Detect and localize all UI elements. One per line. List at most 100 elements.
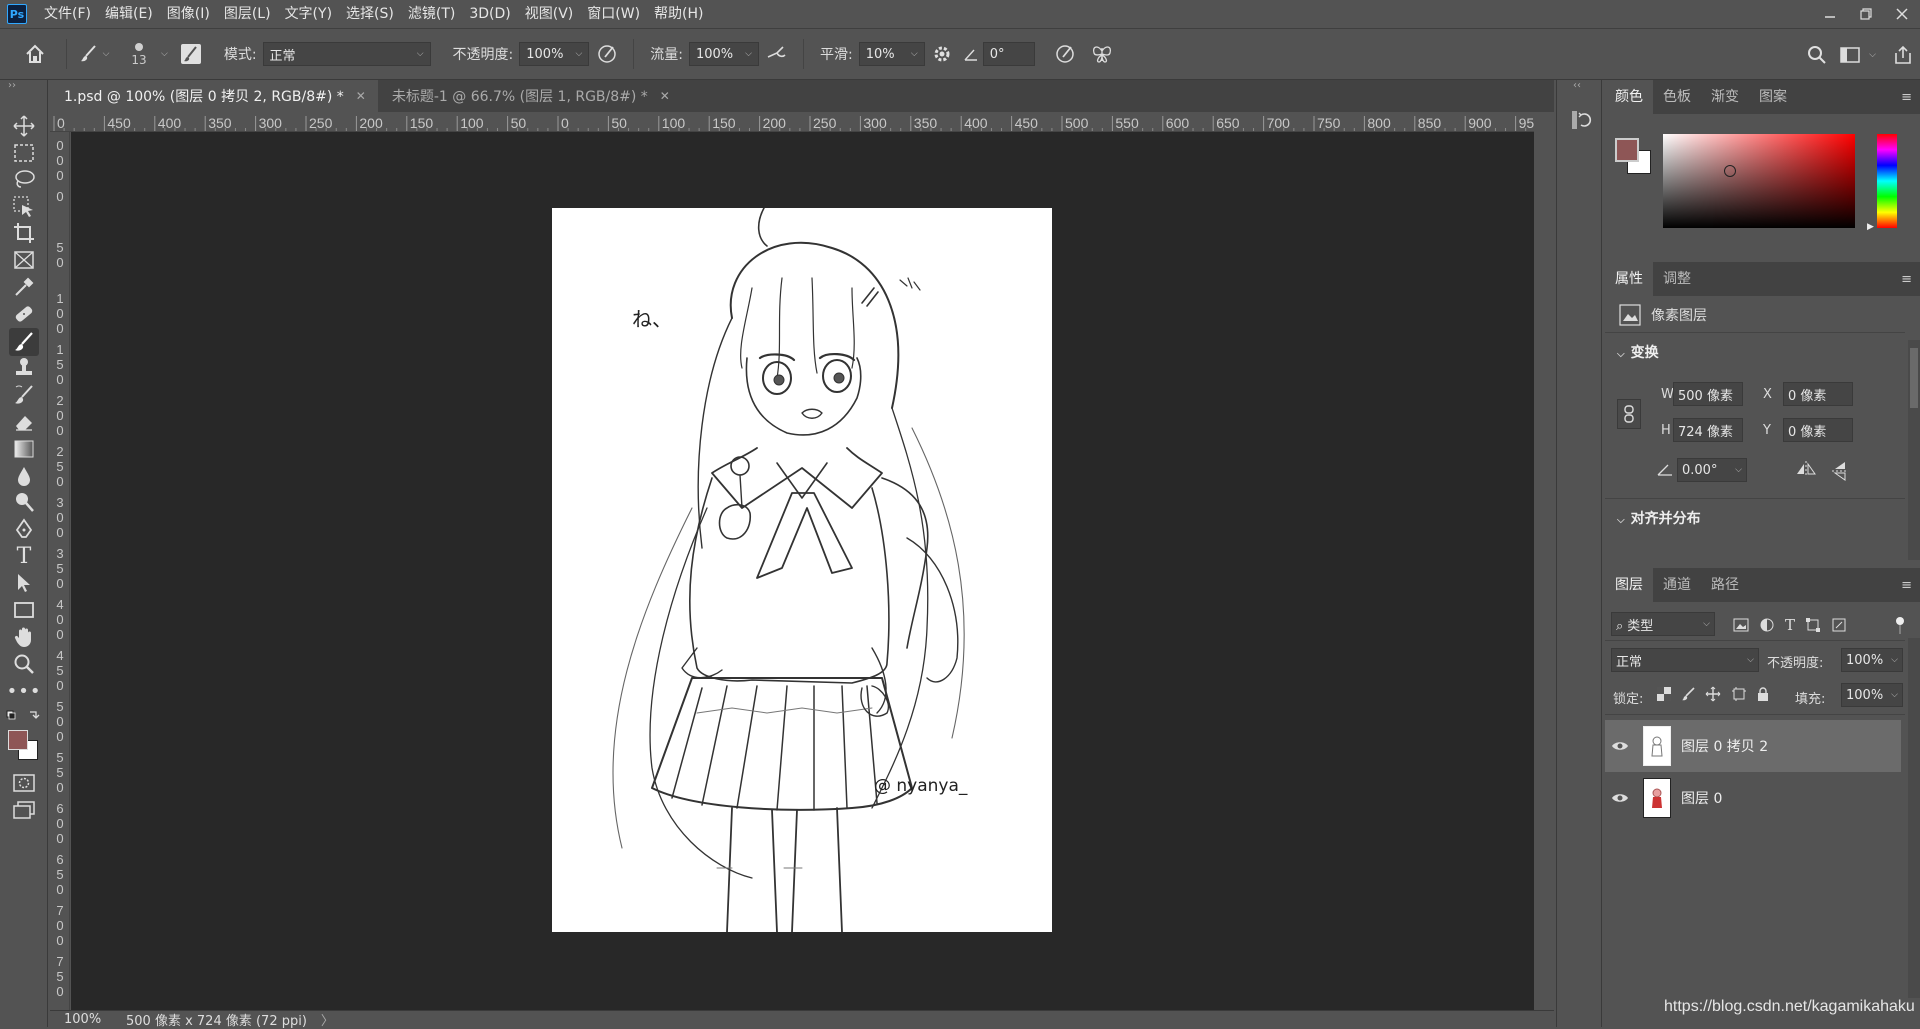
layers-scrollbar[interactable] [1908, 638, 1920, 998]
workspace-icon[interactable] [1835, 40, 1865, 70]
healing-brush-tool-icon[interactable] [12, 302, 36, 326]
search-icon[interactable] [1799, 40, 1835, 70]
pressure-opacity-icon[interactable] [589, 39, 625, 69]
lock-image-icon[interactable] [1681, 687, 1695, 701]
layer-row-layer0[interactable]: 图层 0 [1605, 772, 1901, 824]
object-selection-tool-icon[interactable] [12, 195, 36, 219]
share-icon[interactable] [1886, 40, 1920, 70]
minimize-icon[interactable] [1812, 0, 1848, 28]
blend-mode-select[interactable]: 正常 ⌵ [1611, 648, 1759, 672]
tab-adjustments[interactable]: 调整 [1653, 262, 1701, 296]
marquee-tool-icon[interactable] [12, 141, 36, 165]
menu-layer[interactable]: 图层(L) [217, 0, 278, 28]
home-icon[interactable] [12, 39, 58, 69]
layer-filter-select[interactable]: ⌕ 类型 ⌵ [1611, 612, 1715, 636]
pen-tool-icon[interactable] [12, 517, 36, 541]
width-field[interactable]: 500 像素 [1673, 382, 1743, 406]
mode-select[interactable]: 正常 ⌵ [262, 42, 431, 66]
canvas-vertical-scrollbar[interactable] [1534, 112, 1554, 1010]
collapse-arrows-icon[interactable]: ›› [8, 80, 16, 91]
filter-type-icon[interactable]: T [1785, 616, 1795, 634]
tab-gradients[interactable]: 渐变 [1701, 80, 1749, 114]
tab-paths[interactable]: 路径 [1701, 568, 1749, 602]
airbrush-icon[interactable] [759, 39, 795, 69]
tab-properties[interactable]: 属性 [1605, 262, 1653, 296]
rotation-field[interactable]: 0.00° ⌵ [1677, 458, 1747, 482]
quick-mask-icon[interactable] [12, 771, 36, 795]
menu-help[interactable]: 帮助(H) [647, 0, 710, 28]
flip-vertical-icon[interactable] [1831, 460, 1849, 486]
history-brush-tool-icon[interactable] [12, 383, 36, 407]
restore-icon[interactable] [1848, 0, 1884, 28]
menu-3d[interactable]: 3D(D) [462, 0, 517, 28]
clone-stamp-tool-icon[interactable] [12, 356, 36, 380]
link-dimensions-icon[interactable] [1617, 399, 1641, 429]
rectangle-tool-icon[interactable] [12, 598, 36, 622]
tab-swatches[interactable]: 色板 [1653, 80, 1701, 114]
angle-field[interactable]: 0° [982, 42, 1035, 66]
brush-size-picker[interactable]: 13 [121, 39, 157, 69]
panel-menu-icon[interactable]: ≡ [1901, 578, 1912, 593]
eraser-tool-icon[interactable] [12, 410, 36, 434]
gradient-tool-icon[interactable] [12, 437, 36, 461]
lock-artboard-icon[interactable] [1731, 686, 1747, 702]
frame-tool-icon[interactable] [12, 248, 36, 272]
lock-transparent-icon[interactable] [1657, 687, 1671, 701]
fill-field[interactable]: 100% ⌵ [1841, 683, 1903, 707]
panel-menu-icon[interactable]: ≡ [1901, 272, 1912, 287]
menu-select[interactable]: 选择(S) [339, 0, 401, 28]
layer-row-copy2[interactable]: 图层 0 拷贝 2 [1605, 720, 1901, 772]
screen-mode-icon[interactable] [12, 798, 36, 822]
layer-opacity-field[interactable]: 100% ⌵ [1841, 648, 1903, 672]
move-tool-icon[interactable] [12, 114, 36, 138]
brush-preset-icon[interactable]: ⌵ [75, 39, 113, 69]
tab-color[interactable]: 颜色 [1605, 80, 1653, 114]
tab-channels[interactable]: 通道 [1653, 568, 1701, 602]
brush-settings-icon[interactable] [176, 39, 206, 69]
tab-1-psd[interactable]: 1.psd @ 100% (图层 0 拷贝 2, RGB/8#) * ✕ [50, 80, 378, 112]
filter-shape-icon[interactable] [1805, 617, 1821, 633]
path-selection-tool-icon[interactable] [12, 571, 36, 595]
transform-section[interactable]: ⌵ 变换 [1617, 342, 1659, 362]
y-field[interactable]: 0 像素 [1783, 418, 1853, 442]
symmetry-butterfly-icon[interactable] [1085, 39, 1119, 69]
filter-pixel-icon[interactable] [1733, 617, 1749, 633]
color-field[interactable] [1663, 134, 1855, 228]
eye-icon[interactable] [1605, 792, 1635, 804]
crop-tool-icon[interactable] [12, 221, 36, 245]
status-arrow-icon[interactable]: 〉 [321, 1010, 334, 1029]
menu-filter[interactable]: 滤镜(T) [401, 0, 462, 28]
tab-close-icon[interactable]: ✕ [356, 89, 366, 103]
height-field[interactable]: 724 像素 [1673, 418, 1743, 442]
eyedropper-tool-icon[interactable] [12, 275, 36, 299]
history-panel-icon[interactable] [1567, 106, 1595, 134]
foreground-color-swatch[interactable] [1615, 138, 1639, 162]
x-field[interactable]: 0 像素 [1783, 382, 1853, 406]
foreground-color-swatch[interactable] [8, 730, 28, 750]
color-swatches[interactable] [8, 730, 40, 762]
menu-window[interactable]: 窗口(W) [580, 0, 647, 28]
close-icon[interactable] [1884, 0, 1920, 28]
hue-slider[interactable] [1877, 134, 1897, 228]
panel-menu-icon[interactable]: ≡ [1901, 90, 1912, 105]
tab-close-icon[interactable]: ✕ [660, 89, 670, 103]
pressure-size-icon[interactable] [1045, 39, 1085, 69]
hue-slider-handle-icon[interactable]: ▶ [1867, 222, 1874, 232]
tab-patterns[interactable]: 图案 [1749, 80, 1797, 114]
filter-smart-object-icon[interactable] [1831, 617, 1847, 633]
artboard[interactable]: ね、 @ nyanya_ [552, 208, 1052, 932]
properties-scrollbar[interactable] [1908, 340, 1920, 560]
lock-position-icon[interactable] [1705, 686, 1721, 702]
type-tool-icon[interactable]: T [12, 544, 36, 569]
brush-tool-icon[interactable] [9, 328, 39, 356]
flow-field[interactable]: 100% ⌵ [688, 42, 759, 66]
blur-tool-icon[interactable] [12, 464, 36, 488]
menu-edit[interactable]: 编辑(E) [98, 0, 160, 28]
opacity-field[interactable]: 100% ⌵ [519, 42, 590, 66]
collapse-arrows-icon[interactable]: ‹‹ [1573, 80, 1581, 91]
tab-untitled-1[interactable]: 未标题-1 @ 66.7% (图层 1, RGB/8#) * ✕ [378, 80, 682, 112]
flip-horizontal-icon[interactable] [1795, 460, 1817, 482]
menu-type[interactable]: 文字(Y) [278, 0, 339, 28]
hand-tool-icon[interactable] [12, 625, 36, 649]
menu-image[interactable]: 图像(I) [160, 0, 217, 28]
